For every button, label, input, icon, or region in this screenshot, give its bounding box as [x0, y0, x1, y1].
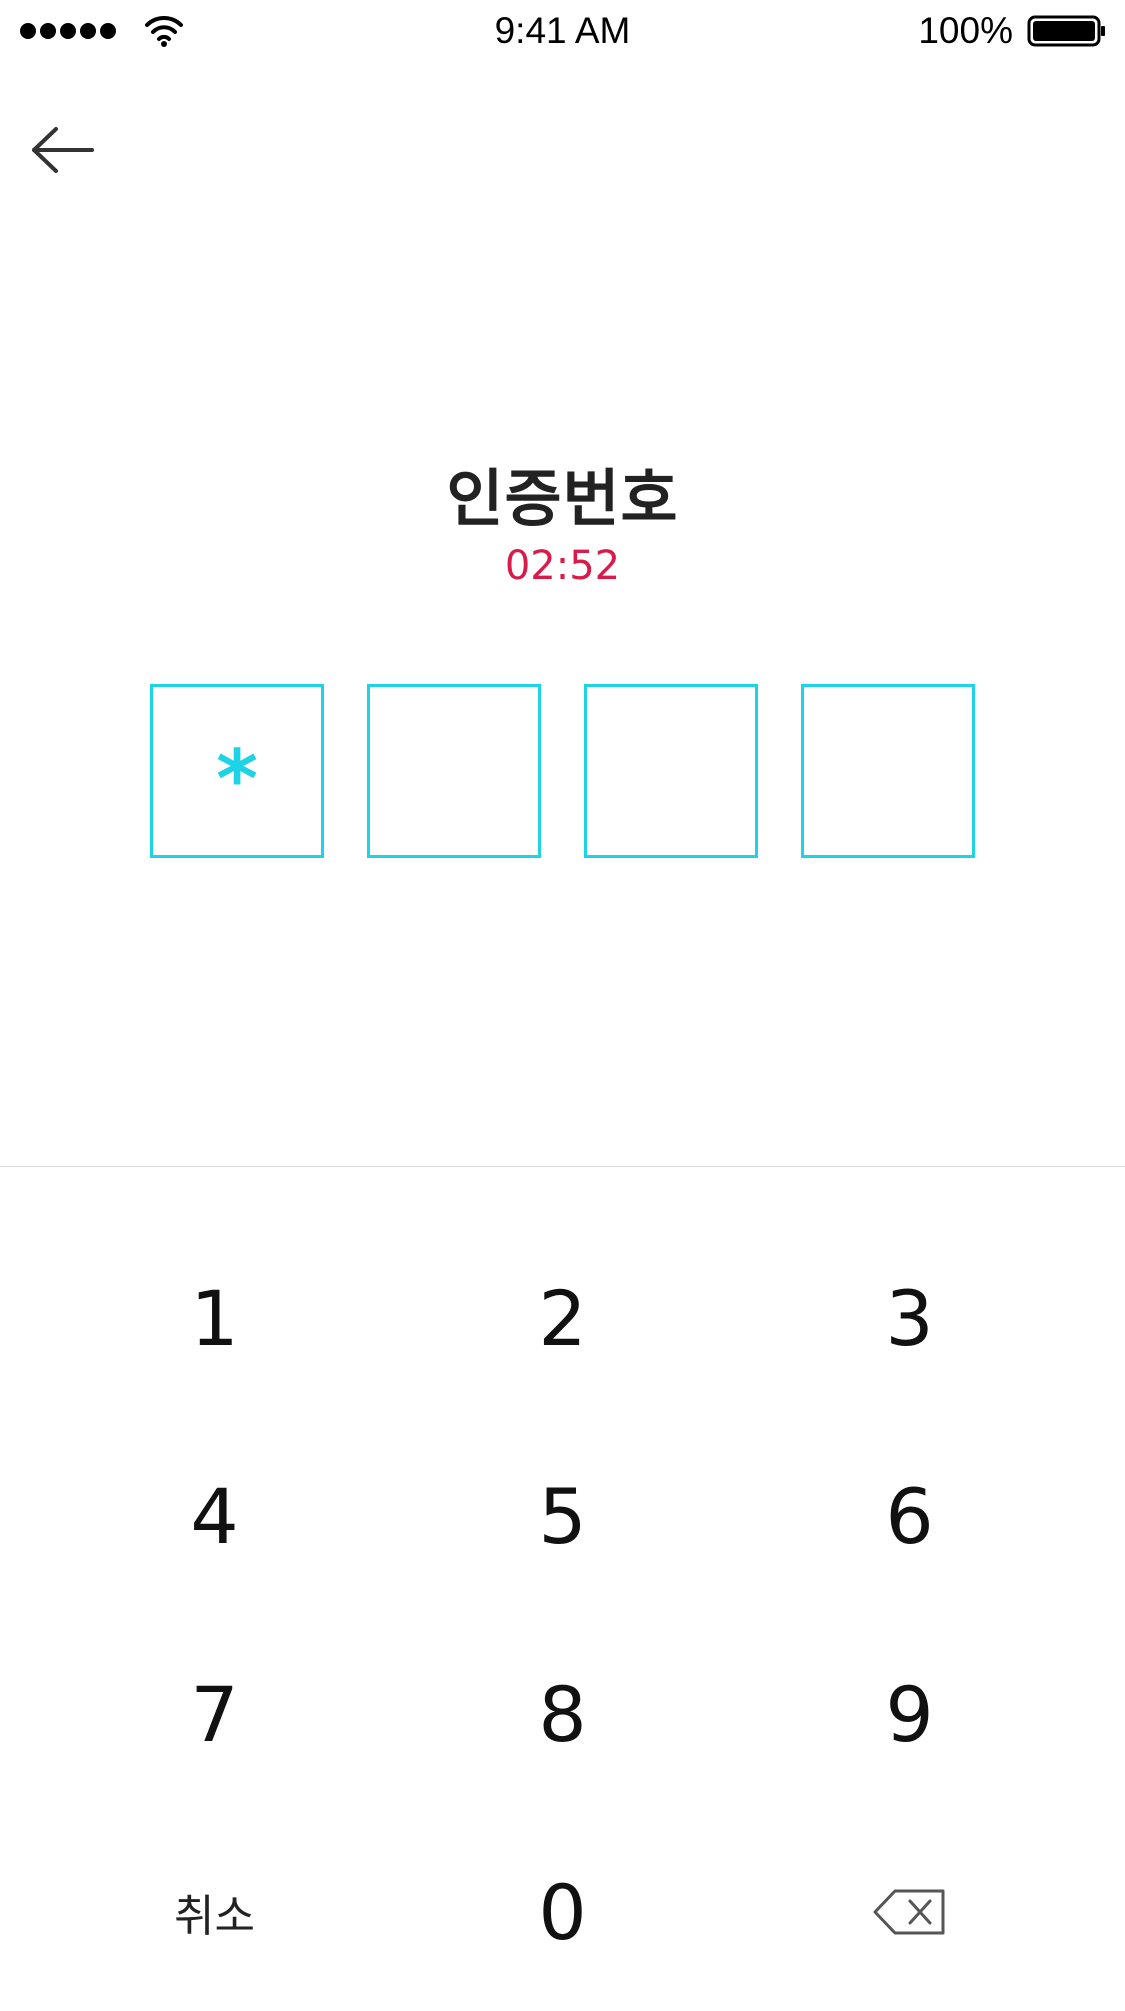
key-7[interactable]: 7 — [27, 1615, 402, 1813]
page-title: 인증번호 — [446, 462, 679, 535]
key-0[interactable]: 0 — [375, 1813, 750, 2011]
key-3[interactable]: 3 — [722, 1219, 1097, 1417]
arrow-left-icon — [32, 127, 94, 173]
key-8[interactable]: 8 — [375, 1615, 750, 1813]
countdown-timer: 02:52 — [504, 543, 621, 589]
backspace-button[interactable] — [722, 1813, 1097, 2011]
code-char-1: * — [216, 733, 258, 826]
key-9[interactable]: 9 — [722, 1615, 1097, 1813]
code-box-3[interactable] — [584, 684, 758, 858]
cancel-button[interactable]: 취소 — [27, 1813, 402, 2011]
status-bar: 9:41 AM 100% — [0, 0, 1125, 64]
battery-icon — [1027, 15, 1105, 47]
code-box-4[interactable] — [801, 684, 975, 858]
code-box-2[interactable] — [367, 684, 541, 858]
key-5[interactable]: 5 — [375, 1417, 750, 1615]
numeric-keypad: 1 2 3 4 5 6 7 8 9 취소 0 — [0, 1167, 1125, 2001]
back-button[interactable] — [30, 110, 140, 190]
key-1[interactable]: 1 — [27, 1219, 402, 1417]
code-box-1[interactable]: * — [150, 684, 324, 858]
battery-percent: 100% — [918, 10, 1013, 51]
backspace-icon — [873, 1889, 944, 1935]
key-2[interactable]: 2 — [375, 1219, 750, 1417]
key-6[interactable]: 6 — [722, 1417, 1097, 1615]
key-4[interactable]: 4 — [27, 1417, 402, 1615]
verification-code-input[interactable]: * — [150, 684, 975, 858]
